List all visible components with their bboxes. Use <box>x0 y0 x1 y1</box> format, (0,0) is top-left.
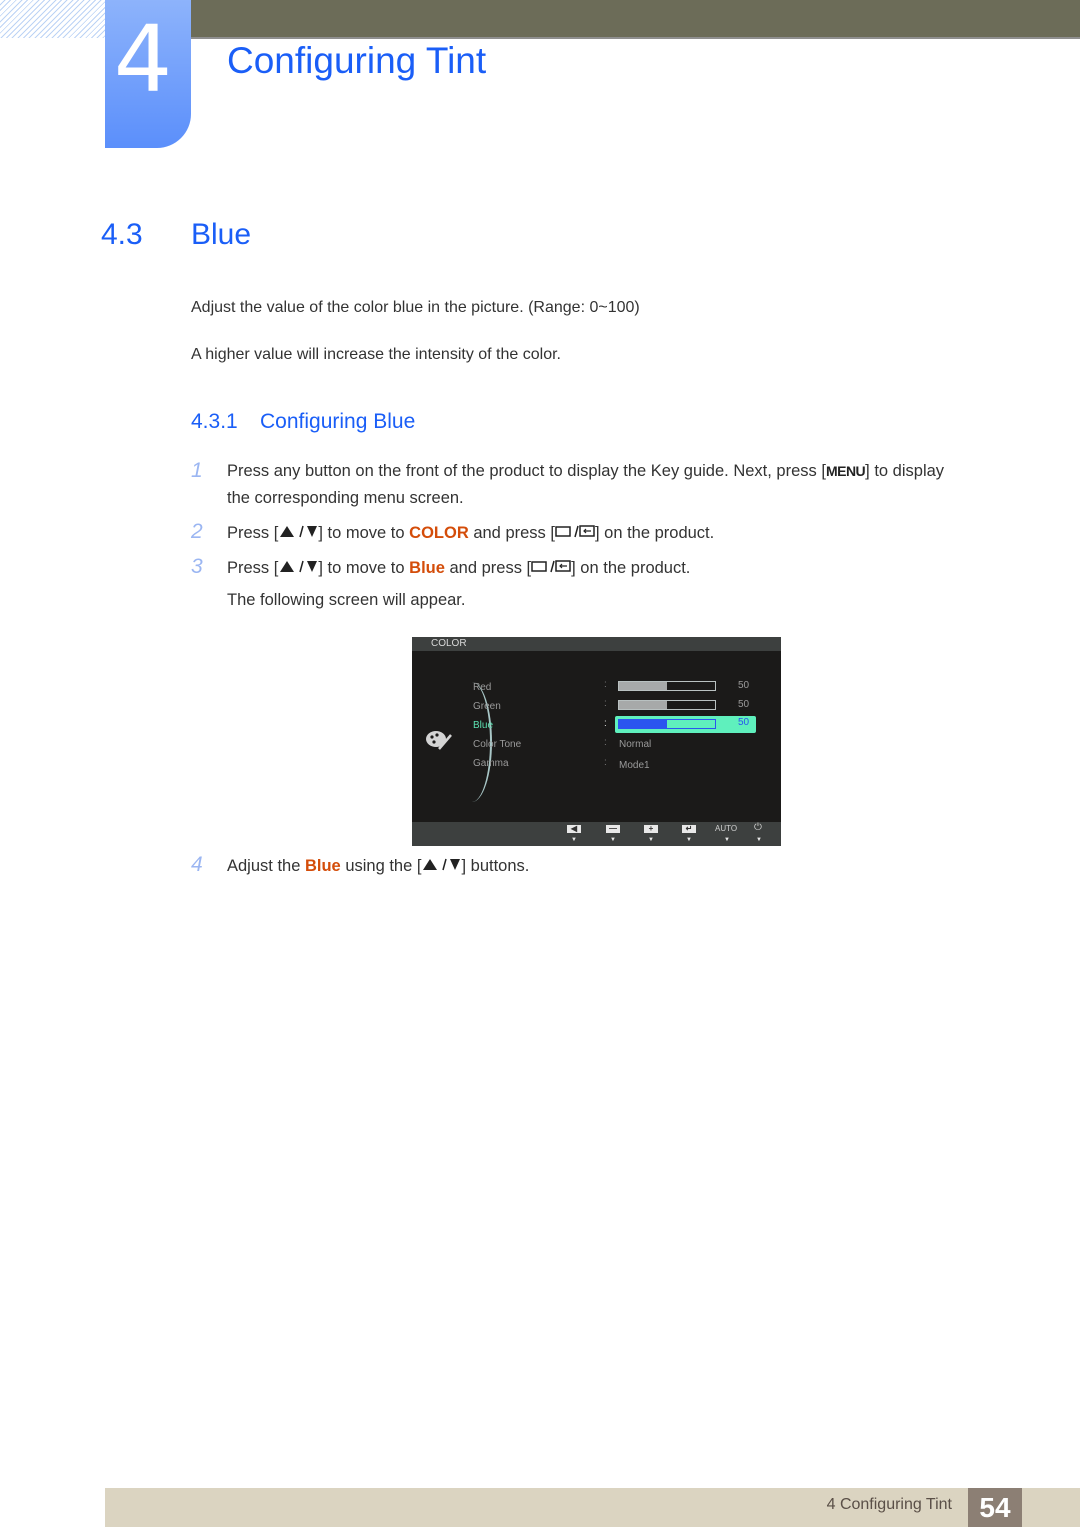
red-value: 50 <box>738 680 750 691</box>
blue-slider-fill <box>619 720 667 728</box>
osd-item-green: Green <box>473 701 501 712</box>
osd-colon: : <box>604 679 607 690</box>
step-text-part: ] on the product. <box>594 523 715 542</box>
step-text-part: ] to display <box>865 462 945 480</box>
auto-label: AUTO <box>715 824 738 833</box>
step-3-text: Press [ ] to move to Blue and press [ ] on… <box>227 558 690 579</box>
step-1-text: Press any button on the front of the pro… <box>227 462 944 481</box>
osd-key-guide: ◀ — + ↵ AUTO ⏻ ▼ ▼ ▼ ▼ ▼ ▼ <box>412 822 781 846</box>
step-text-part: ] to move to <box>318 558 410 577</box>
step-text-part: Press any button on the front of the pro… <box>227 462 826 480</box>
minus-icon: — <box>606 825 620 833</box>
osd-colon: : <box>604 718 607 729</box>
osd-colon: : <box>604 698 607 709</box>
chapter-number: 4 <box>113 6 173 113</box>
footer-chapter-label: 4 Configuring Tint <box>826 1496 952 1513</box>
green-slider <box>618 700 716 710</box>
step-number: 3 <box>191 555 203 578</box>
up-down-arrows-icon <box>278 559 318 578</box>
osd-header: COLOR <box>412 637 781 651</box>
step-text-part: Press [ <box>227 558 279 577</box>
step-text-part: Press [ <box>227 523 279 542</box>
paragraph-intensity: A higher value will increase the intensi… <box>191 346 561 363</box>
subsection-number: 4.3.1 <box>191 410 238 433</box>
step-number: 2 <box>191 520 203 543</box>
palette-icon <box>425 729 453 756</box>
osd-header-title: COLOR <box>431 638 467 649</box>
green-value: 50 <box>738 699 750 710</box>
header-bar <box>189 0 1080 39</box>
highlight-blue: Blue <box>409 558 445 577</box>
step-text-part: ] on the product. <box>571 558 691 577</box>
section-number: 4.3 <box>101 218 143 251</box>
chapter-title: Configuring Tint <box>227 40 487 81</box>
down-marker-icon: ▼ <box>571 837 577 843</box>
down-marker-icon: ▼ <box>724 837 730 843</box>
subsection-title: Configuring Blue <box>260 410 416 433</box>
green-slider-fill <box>619 701 667 709</box>
gamma-value: Mode1 <box>619 760 650 771</box>
highlight-color: COLOR <box>409 523 469 542</box>
osd-item-gamma: Gamma <box>473 758 509 769</box>
page-number: 54 <box>968 1488 1022 1527</box>
down-marker-icon: ▼ <box>610 837 616 843</box>
enter-icon: ↵ <box>682 825 696 833</box>
source-enter-icon <box>555 523 595 544</box>
red-slider <box>618 681 716 691</box>
page-footer: 4 Configuring Tint 54 <box>105 1488 1080 1527</box>
up-down-arrows-icon <box>421 857 461 876</box>
step-text-part: using the [ <box>340 857 422 875</box>
step-text-part: ] to move to <box>318 523 410 542</box>
step-2-text: Press [ ] to move to COLOR and press [ ] o… <box>227 523 714 544</box>
step-number: 1 <box>191 459 203 482</box>
step-text-part: and press [ <box>444 558 532 577</box>
section-title: Blue <box>191 218 252 251</box>
osd-colon: : <box>604 757 607 768</box>
step-text-part: and press [ <box>468 523 555 542</box>
color-tone-value: Normal <box>619 739 652 750</box>
highlight-blue: Blue <box>304 857 341 875</box>
left-arrow-icon: ◀ <box>567 825 581 833</box>
step-text-part: Adjust the <box>227 857 305 875</box>
plus-icon: + <box>644 825 658 833</box>
down-marker-icon: ▼ <box>756 837 762 843</box>
power-icon: ⏻ <box>754 822 762 833</box>
source-enter-icon <box>531 558 571 579</box>
corner-hatch-decoration <box>0 0 105 38</box>
step-1-line2: the corresponding menu screen. <box>227 489 464 507</box>
red-slider-fill <box>619 682 667 690</box>
up-down-arrows-icon <box>278 524 318 543</box>
step-text-part: ] buttons. <box>461 857 530 875</box>
down-marker-icon: ▼ <box>686 837 692 843</box>
osd-color-menu: COLOR Red Green Blue Color Tone Gamma : … <box>412 637 781 846</box>
step-4-text: Adjust the Blue using the [ ] buttons. <box>227 857 529 876</box>
osd-colon: : <box>604 737 607 748</box>
osd-item-blue: Blue <box>473 720 494 731</box>
menu-key: MENU <box>825 463 866 479</box>
paragraph-range: Adjust the value of the color blue in th… <box>191 299 640 316</box>
chapter-tab: 4 <box>105 0 191 148</box>
blue-slider <box>618 719 716 729</box>
down-marker-icon: ▼ <box>648 837 654 843</box>
osd-item-red: Red <box>473 682 492 693</box>
osd-item-color-tone: Color Tone <box>473 739 522 750</box>
blue-selected-row: 50 <box>615 716 756 733</box>
blue-value: 50 <box>738 717 750 728</box>
step-number: 4 <box>191 853 203 876</box>
step-3-after: The following screen will appear. <box>227 591 466 609</box>
